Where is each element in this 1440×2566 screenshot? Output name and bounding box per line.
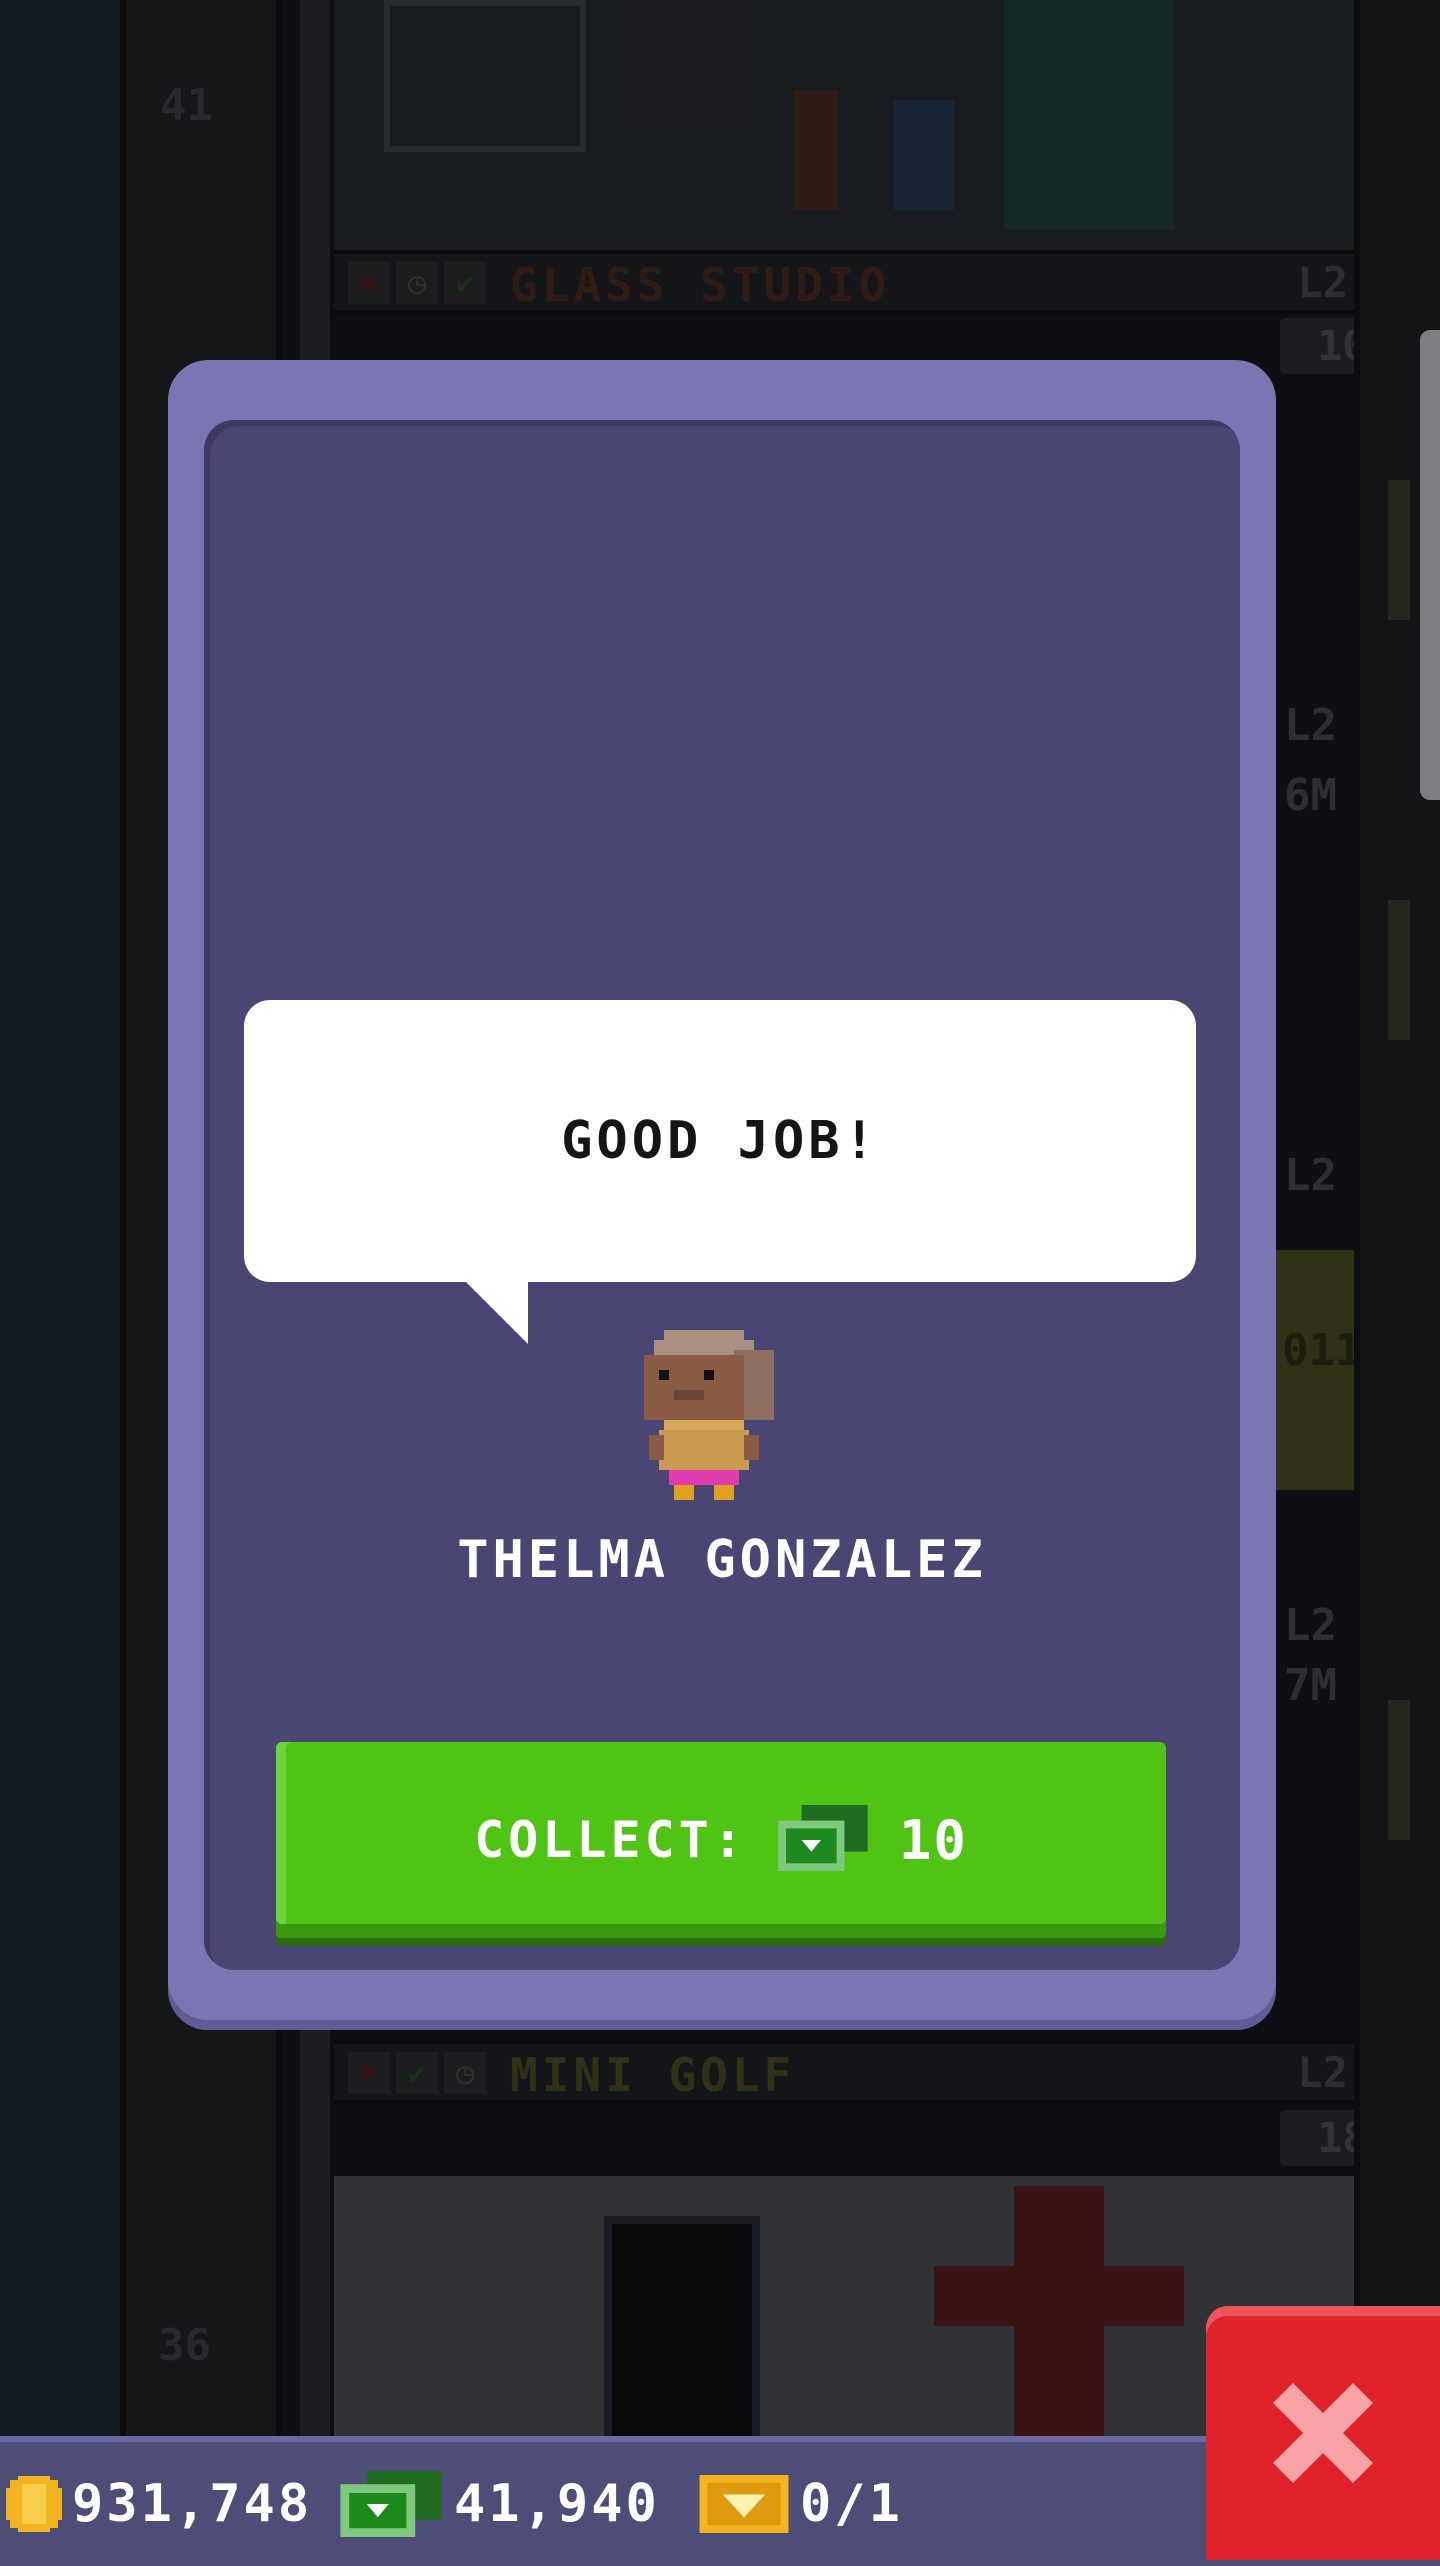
collect-label: COLLECT: <box>474 1811 747 1869</box>
bux-value: 41,940 <box>454 2474 660 2534</box>
coins-value: 931,748 <box>72 2474 313 2534</box>
collect-amount: 10 <box>898 1808 968 1872</box>
reward-dialog: GOOD JOB! THELMA GONZALEZ COLLECT: 10 <box>168 360 1276 2030</box>
collect-button[interactable]: COLLECT: 10 <box>276 1742 1166 1938</box>
character-name: THELMA GONZALEZ <box>457 1530 987 1590</box>
coin-icon <box>6 2476 62 2532</box>
character-sprite <box>644 1330 774 1500</box>
speech-text: GOOD JOB! <box>561 1111 879 1171</box>
speech-bubble: GOOD JOB! <box>244 1000 1196 1344</box>
ticket-icon <box>699 2475 789 2533</box>
bux-icon <box>340 2471 442 2537</box>
speech-bubble-tail <box>464 1280 528 1344</box>
tickets-value: 0/1 <box>800 2474 903 2534</box>
bux-stat: 41,940 <box>338 2442 660 2566</box>
bux-icon <box>778 1805 868 1872</box>
close-button[interactable] <box>1206 2306 1440 2560</box>
tickets-stat: 0/1 <box>698 2442 903 2566</box>
coins-stat: 931,748 <box>6 2442 312 2566</box>
close-icon <box>1273 2383 1373 2483</box>
